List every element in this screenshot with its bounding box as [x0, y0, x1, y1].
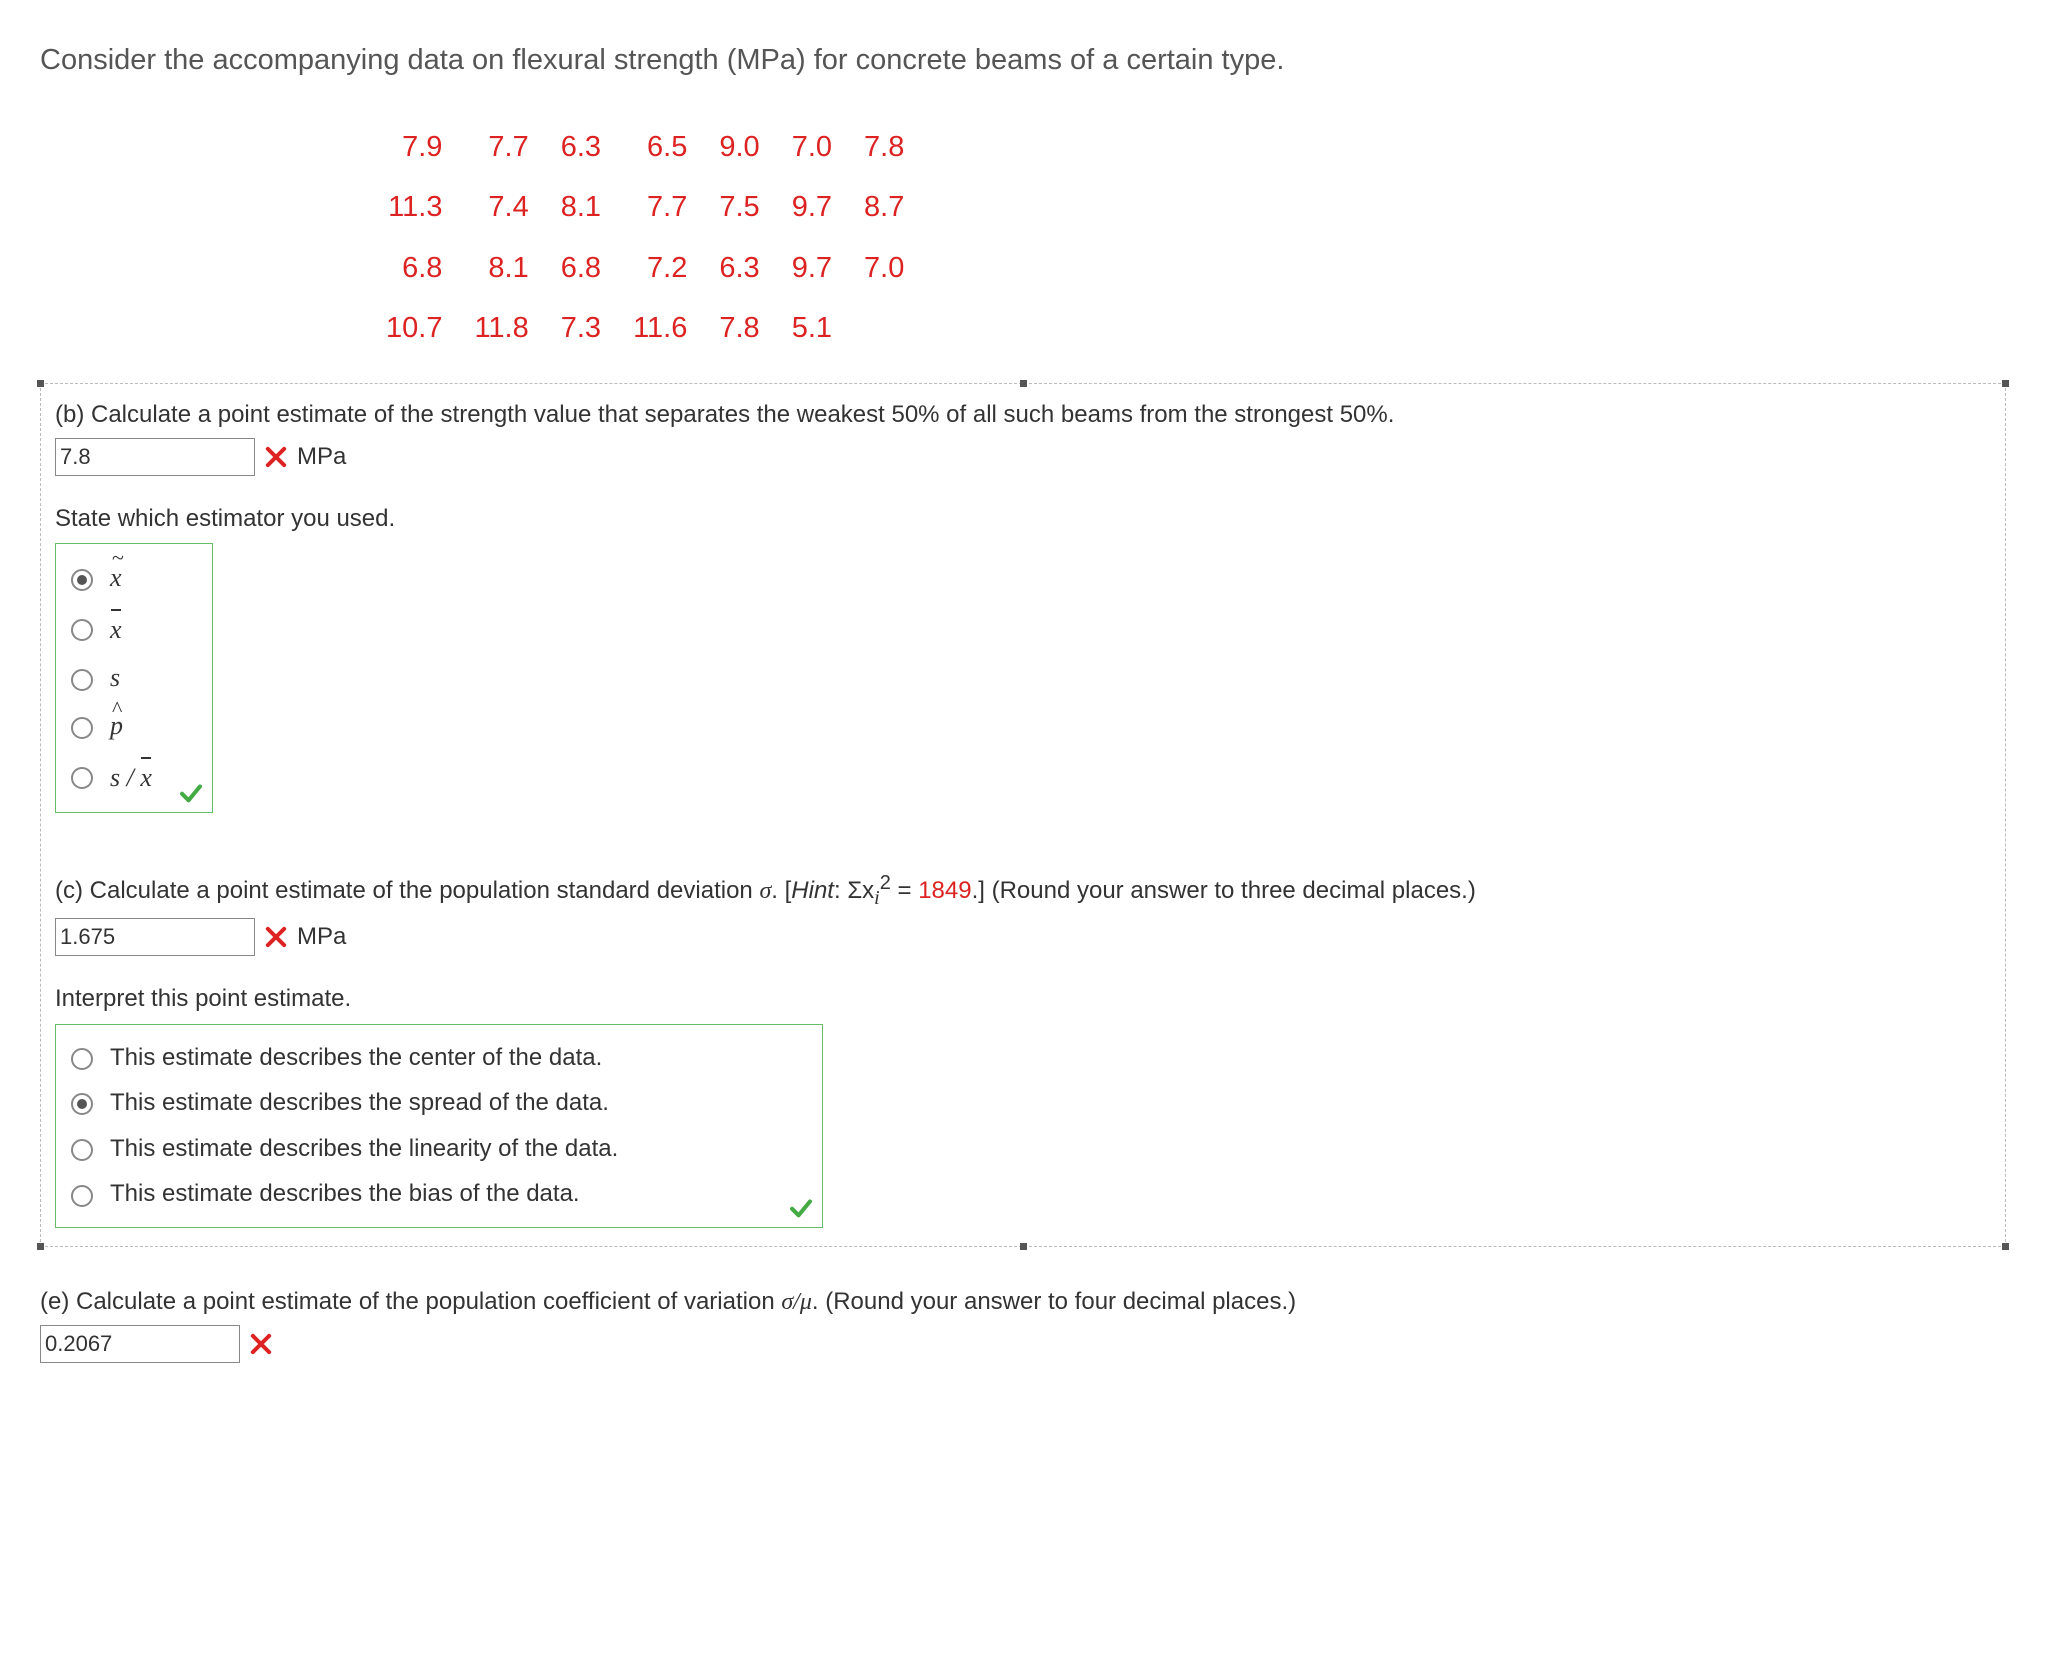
option-radio[interactable]: [71, 717, 93, 739]
option-label: This estimate describes the spread of th…: [110, 1086, 609, 1120]
option-linearity[interactable]: This estimate describes the linearity of…: [66, 1126, 806, 1172]
option-radio[interactable]: [71, 1048, 93, 1070]
question-block-bc: (b) Calculate a point estimate of the st…: [40, 383, 2006, 1247]
option-x-bar[interactable]: x: [66, 603, 196, 654]
option-label: This estimate describes the center of th…: [110, 1041, 602, 1075]
part-b-option-group: x x s p s / x: [55, 543, 213, 813]
part-e-answer-input[interactable]: [40, 1325, 240, 1363]
option-radio[interactable]: [71, 569, 93, 591]
data-row: 11.37.48.17.77.59.78.7: [370, 177, 920, 238]
option-radio[interactable]: [71, 767, 93, 789]
option-radio[interactable]: [71, 619, 93, 641]
option-bias[interactable]: This estimate describes the bias of the …: [66, 1171, 806, 1217]
part-e-question: (e) Calculate a point estimate of the po…: [40, 1285, 2006, 1320]
option-p-hat[interactable]: p: [66, 702, 196, 750]
part-c-option-group: This estimate describes the center of th…: [55, 1024, 823, 1228]
part-c-subheading: Interpret this point estimate.: [55, 982, 1991, 1016]
option-s-over-xbar[interactable]: s / x: [66, 751, 196, 802]
data-table: 7.97.76.36.59.07.07.8 11.37.48.17.77.59.…: [370, 117, 920, 359]
part-e-block: (e) Calculate a point estimate of the po…: [40, 1285, 2006, 1364]
data-row: 10.711.87.311.67.85.1: [370, 298, 920, 359]
option-center[interactable]: This estimate describes the center of th…: [66, 1035, 806, 1081]
data-row: 6.88.16.87.26.39.77.0: [370, 238, 920, 299]
unit-label: MPa: [297, 440, 346, 474]
option-radio[interactable]: [71, 1093, 93, 1115]
question-intro: Consider the accompanying data on flexur…: [40, 40, 2006, 81]
wrong-icon: [263, 444, 289, 470]
option-x-tilde[interactable]: x: [66, 554, 196, 602]
part-c-question: (c) Calculate a point estimate of the po…: [55, 869, 1991, 912]
correct-icon: [788, 1195, 814, 1221]
part-c-answer-input[interactable]: [55, 918, 255, 956]
option-label: This estimate describes the linearity of…: [110, 1132, 618, 1166]
option-radio[interactable]: [71, 669, 93, 691]
part-b-question: (b) Calculate a point estimate of the st…: [55, 398, 1991, 432]
option-radio[interactable]: [71, 1139, 93, 1161]
option-spread[interactable]: This estimate describes the spread of th…: [66, 1080, 806, 1126]
part-b-answer-input[interactable]: [55, 438, 255, 476]
option-s[interactable]: s: [66, 654, 196, 702]
correct-icon: [178, 780, 204, 806]
wrong-icon: [263, 924, 289, 950]
data-row: 7.97.76.36.59.07.07.8: [370, 117, 920, 178]
wrong-icon: [248, 1331, 274, 1357]
part-b-subheading: State which estimator you used.: [55, 502, 1991, 536]
option-radio[interactable]: [71, 1185, 93, 1207]
unit-label: MPa: [297, 920, 346, 954]
option-label: This estimate describes the bias of the …: [110, 1177, 580, 1211]
